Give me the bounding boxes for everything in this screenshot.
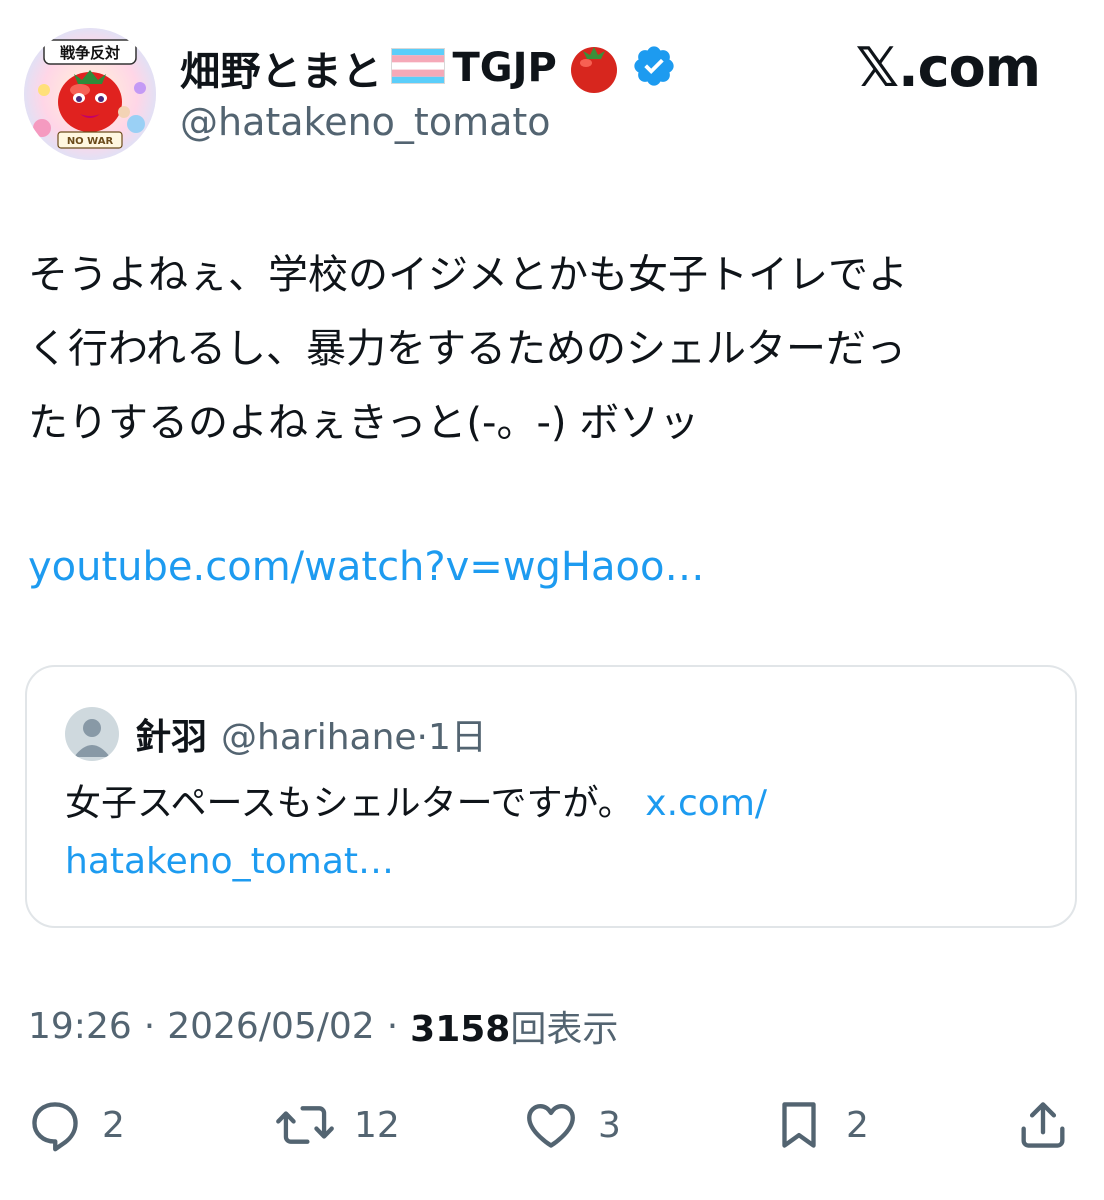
author-name-row[interactable]: 畑野とまと TGJP xyxy=(180,40,677,96)
dot-separator: · xyxy=(386,1005,399,1047)
x-logo-brand: 𝕏.com xyxy=(855,36,1041,99)
author-tag: TGJP xyxy=(452,45,557,91)
quoted-tweet-age: 1日 xyxy=(428,717,487,758)
quoted-link-part1[interactable]: x.com/ xyxy=(645,783,767,824)
reply-count: 2 xyxy=(102,1104,125,1146)
bookmark-count: 2 xyxy=(846,1104,869,1146)
quoted-header: 針羽 @harihane·1日 xyxy=(135,707,487,761)
reply-icon xyxy=(26,1096,84,1154)
repost-count: 12 xyxy=(354,1104,400,1146)
default-avatar-icon xyxy=(65,707,119,761)
avatar-illustration: 戦争反対 NO WAR xyxy=(24,28,156,160)
repost-button[interactable]: 12 xyxy=(274,1090,400,1160)
tweet-date[interactable]: 2026/05/02 xyxy=(167,1006,375,1047)
dot-separator: · xyxy=(143,1005,156,1047)
view-count: 3158 xyxy=(410,1009,511,1050)
quoted-author-name[interactable]: 針羽 xyxy=(135,708,207,760)
like-count: 3 xyxy=(598,1104,621,1146)
quoted-author-avatar[interactable] xyxy=(65,707,119,761)
repost-icon xyxy=(274,1096,336,1154)
bookmark-button[interactable]: 2 xyxy=(770,1090,869,1160)
quoted-text: 女子スペースもシェルターですが。 xyxy=(65,783,634,824)
share-button[interactable] xyxy=(1014,1090,1072,1160)
view-count-label: 回表示 xyxy=(510,1009,619,1050)
like-button[interactable]: 3 xyxy=(522,1090,621,1160)
author-avatar[interactable]: 戦争反対 NO WAR xyxy=(24,28,156,160)
heart-icon xyxy=(522,1096,580,1154)
tweet-text: そうよねぇ、学校のイジメとかも女子トイレでよ く行われるし、暴力をするためのシェ… xyxy=(28,238,1078,460)
quoted-tweet-text: 女子スペースもシェルターですが。 x.com/ hatakeno_tomat… xyxy=(65,775,1045,891)
youtube-link[interactable]: youtube.com/watch?v=wgHaoo… xyxy=(28,532,704,602)
reply-button[interactable]: 2 xyxy=(26,1090,125,1160)
tomato-icon xyxy=(565,37,623,99)
avatar-ribbon-text: NO WAR xyxy=(67,136,114,147)
bookmark-icon xyxy=(770,1096,828,1154)
tweet-text-line: そうよねぇ、学校のイジメとかも女子トイレでよ xyxy=(28,252,908,298)
transgender-flag-icon xyxy=(390,48,445,88)
dot-separator: · xyxy=(416,717,428,758)
author-handle[interactable]: @hatakeno_tomato xyxy=(180,100,551,144)
share-icon xyxy=(1014,1096,1072,1154)
tweet-text-line: く行われるし、暴力をするためのシェルターだっ xyxy=(28,326,906,372)
avatar-banner-text: 戦争反対 xyxy=(60,44,120,62)
quoted-author-handle[interactable]: @harihane xyxy=(221,717,417,758)
tweet-header: 戦争反対 NO WAR 畑野とまと TGJP @hatakeno_tomato … xyxy=(0,0,1104,170)
action-bar: 2 12 3 2 xyxy=(0,1090,1104,1160)
author-name[interactable]: 畑野とまと xyxy=(180,39,383,97)
verified-badge-icon[interactable] xyxy=(631,43,677,93)
quoted-link-part2[interactable]: hatakeno_tomat… xyxy=(65,833,1045,891)
tweet-text-line: たりするのよねぇきっと(-。-) ボソッ xyxy=(28,400,700,446)
tweet-meta: 19:26 · 2026/05/02 · 3158回表示 xyxy=(28,1000,618,1052)
tweet-time[interactable]: 19:26 xyxy=(28,1006,132,1047)
quoted-tweet-card[interactable]: 針羽 @harihane·1日 女子スペースもシェルターですが。 x.com/ … xyxy=(25,665,1077,928)
